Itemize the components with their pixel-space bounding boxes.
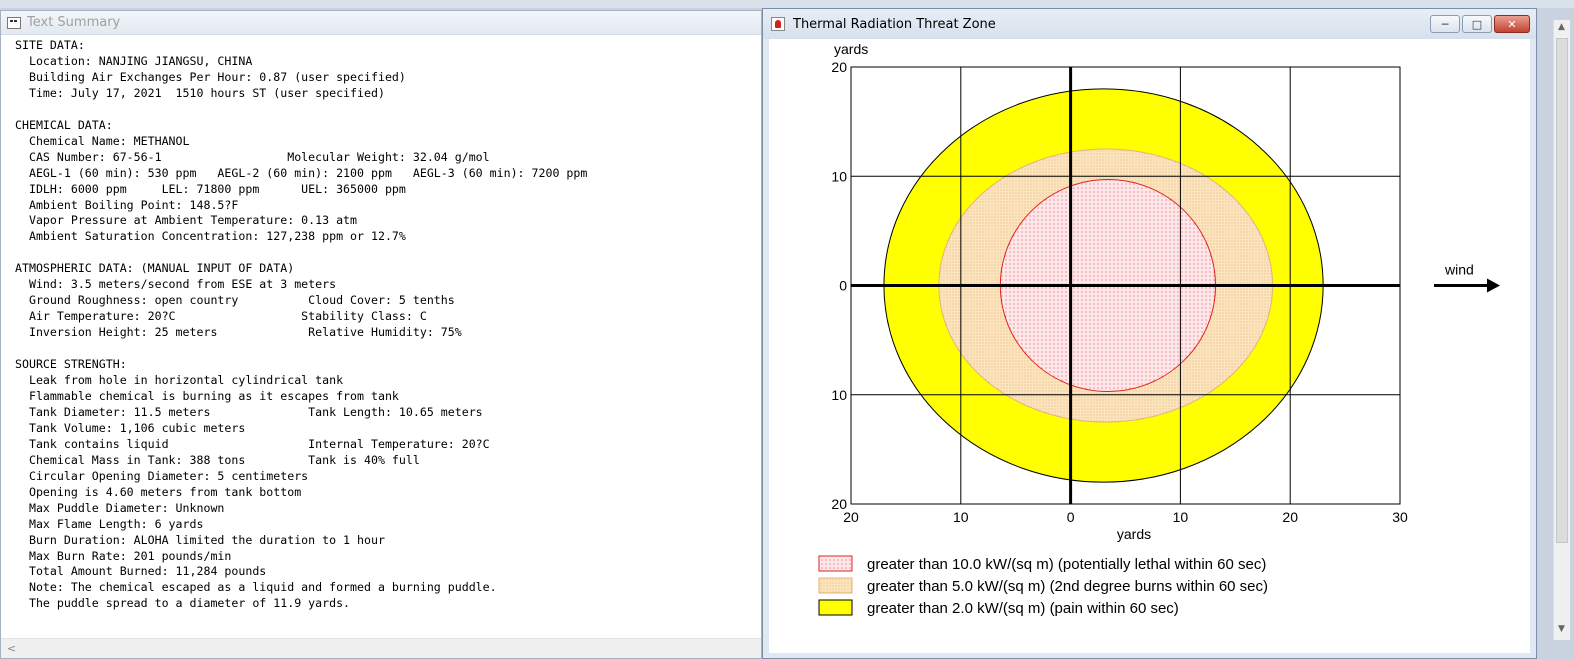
summary-line: Tank Volume: 1,106 cubic meters [15, 420, 246, 435]
text-summary-titlebar[interactable]: Text Summary [1, 11, 761, 35]
summary-line: CHEMICAL DATA: [15, 117, 113, 132]
summary-line: SITE DATA: [15, 38, 85, 52]
summary-line: Vapor Pressure at Ambient Temperature: 0… [15, 213, 358, 228]
y-axis-label: yards [834, 41, 868, 57]
x-tick-label: 10 [953, 509, 969, 525]
scrollbar-thumb[interactable] [1556, 38, 1568, 543]
legend-label: greater than 5.0 kW/(sq m) (2nd degree b… [867, 578, 1268, 595]
scroll-down-icon[interactable]: ▼ [1558, 624, 1565, 634]
summary-line: Chemical Name: METHANOL [15, 133, 190, 148]
x-tick-label: 0 [1067, 509, 1075, 525]
x-axis-label: yards [1117, 526, 1151, 542]
scroll-up-icon[interactable]: ▲ [1558, 22, 1565, 32]
horizontal-scrollbar[interactable]: < [1, 638, 761, 658]
text-summary-window[interactable]: Text Summary SITE DATA: Location: NANJIN… [0, 10, 762, 659]
summary-line: ATMOSPHERIC DATA: (MANUAL INPUT OF DATA) [15, 261, 295, 276]
summary-line: AEGL-1 (60 min): 530 ppm AEGL-2 (60 min)… [15, 165, 588, 180]
legend-swatch [818, 577, 853, 594]
vertical-scrollbar[interactable]: ▲ ▼ [1553, 20, 1570, 640]
wind-arrow-icon [1487, 278, 1500, 293]
summary-line: Note: The chemical escaped as a liquid a… [15, 580, 497, 595]
summary-line: Burn Duration: ALOHA limited the duratio… [15, 532, 385, 547]
y-tick-label: 0 [839, 278, 847, 294]
maximize-button[interactable]: □ [1462, 15, 1492, 33]
scroll-left-icon[interactable]: < [7, 642, 16, 655]
aloha-app-icon [771, 17, 785, 31]
summary-line: Ground Roughness: open country Cloud Cov… [15, 293, 455, 308]
minimize-button[interactable]: ─ [1430, 15, 1460, 33]
summary-text-area[interactable]: SITE DATA: Location: NANJING JIANGSU, CH… [1, 36, 761, 634]
summary-line: Ambient Saturation Concentration: 127,23… [15, 229, 406, 244]
summary-line: Circular Opening Diameter: 5 centimeters [15, 468, 309, 483]
y-tick-label: 10 [831, 168, 847, 184]
wind-label: wind [1444, 262, 1474, 278]
legend-swatch [818, 555, 853, 572]
x-tick-label: 30 [1392, 509, 1408, 525]
threat-zone-title: Thermal Radiation Threat Zone [793, 16, 996, 32]
summary-line: Air Temperature: 20?C Stability Class: C [15, 309, 427, 324]
summary-line: Inversion Height: 25 meters Relative Hum… [15, 325, 462, 340]
summary-line: Building Air Exchanges Per Hour: 0.87 (u… [15, 69, 406, 84]
summary-line: Flammable chemical is burning as it esca… [15, 388, 399, 403]
summary-line: Time: July 17, 2021 1510 hours ST (user … [15, 85, 385, 100]
summary-line: Max Puddle Diameter: Unknown [15, 500, 225, 515]
summary-line: Max Burn Rate: 201 pounds/min [15, 548, 232, 563]
legend-label: greater than 2.0 kW/(sq m) (pain within … [867, 600, 1179, 617]
threat-zone-plot: 20 10 0 10 20 30 20 10 0 10 20 yards yards wind greate… [769, 39, 1530, 653]
window-controls: ─ □ ✕ [1430, 15, 1530, 33]
summary-line [15, 102, 761, 118]
threat-zone-chart: 20 10 0 10 20 30201001020yardsyardswindgreate… [818, 41, 1500, 617]
summary-line: Ambient Boiling Point: 148.5?F [15, 197, 239, 212]
legend-label: greater than 10.0 kW/(sq m) (potentially… [867, 556, 1266, 573]
summary-line: Total Amount Burned: 11,284 pounds [15, 564, 267, 579]
document-icon [7, 16, 21, 29]
summary-line: Tank Diameter: 11.5 meters Tank Length: … [15, 404, 483, 419]
legend-swatch [818, 599, 853, 616]
summary-line: SOURCE STRENGTH: [15, 357, 127, 372]
x-tick-label: 10 [1173, 509, 1189, 525]
summary-line: The puddle spread to a diameter of 11.9 … [15, 596, 351, 611]
summary-line: Chemical Mass in Tank: 388 tons Tank is … [15, 452, 420, 467]
x-tick-label: 20 [1282, 509, 1298, 525]
desktop: Text Summary SITE DATA: Location: NANJIN… [0, 0, 1574, 659]
summary-line: Tank contains liquid Internal Temperatur… [15, 436, 490, 451]
summary-line: Opening is 4.60 meters from tank bottom [15, 484, 302, 499]
summary-line: IDLH: 6000 ppm LEL: 71800 ppm UEL: 36500… [15, 181, 406, 196]
y-tick-label: 20 [831, 496, 847, 512]
close-button[interactable]: ✕ [1494, 15, 1530, 33]
summary-line [15, 245, 761, 261]
y-tick-label: 10 [831, 387, 847, 403]
y-tick-label: 20 [831, 59, 847, 75]
threat-zone-titlebar[interactable]: Thermal Radiation Threat Zone ─ □ ✕ [763, 9, 1536, 39]
summary-line: CAS Number: 67-56-1 Molecular Weight: 32… [15, 149, 490, 164]
threat-zone-window[interactable]: Thermal Radiation Threat Zone ─ □ ✕ 20 10… [762, 8, 1537, 659]
summary-line: Max Flame Length: 6 yards [15, 516, 204, 531]
text-summary-title: Text Summary [27, 15, 121, 30]
summary-line: Leak from hole in horizontal cylindrical… [15, 373, 344, 388]
summary-line: Wind: 3.5 meters/second from ESE at 3 me… [15, 277, 337, 292]
summary-line [15, 341, 761, 357]
summary-line: Location: NANJING JIANGSU, CHINA [15, 53, 253, 68]
top-border [0, 0, 1574, 8]
